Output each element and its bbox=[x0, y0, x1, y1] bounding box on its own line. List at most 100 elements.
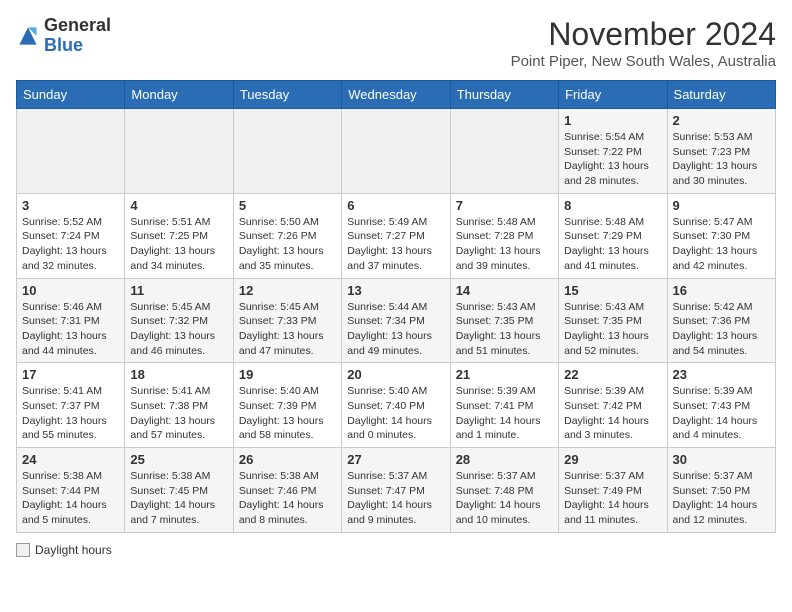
day-info: Sunrise: 5:40 AM Sunset: 7:39 PM Dayligh… bbox=[239, 384, 336, 443]
calendar-cell: 7 Sunrise: 5:48 AM Sunset: 7:28 PM Daylig… bbox=[450, 193, 558, 278]
day-info: Sunrise: 5:45 AM Sunset: 7:32 PM Dayligh… bbox=[130, 300, 227, 359]
footer: Daylight hours bbox=[16, 543, 776, 557]
week-row-3: 17 Sunrise: 5:41 AM Sunset: 7:37 PM Dayli… bbox=[17, 363, 776, 448]
calendar-cell: 12 Sunrise: 5:45 AM Sunset: 7:33 PM Dayli… bbox=[233, 278, 341, 363]
calendar-cell: 13 Sunrise: 5:44 AM Sunset: 7:34 PM Dayli… bbox=[342, 278, 450, 363]
day-number: 13 bbox=[347, 283, 444, 298]
calendar-cell: 1 Sunrise: 5:54 AM Sunset: 7:22 PM Daylig… bbox=[559, 109, 667, 194]
calendar-cell bbox=[342, 109, 450, 194]
calendar-cell bbox=[17, 109, 125, 194]
day-info: Sunrise: 5:38 AM Sunset: 7:44 PM Dayligh… bbox=[22, 469, 119, 528]
day-number: 11 bbox=[130, 283, 227, 298]
calendar-cell: 30 Sunrise: 5:37 AM Sunset: 7:50 PM Dayli… bbox=[667, 448, 775, 533]
week-row-2: 10Sunrise: 5:46 AM Sunset: 7:31 PM Dayli… bbox=[17, 278, 776, 363]
col-thursday: Thursday bbox=[450, 81, 558, 109]
day-info: Sunrise: 5:37 AM Sunset: 7:50 PM Dayligh… bbox=[673, 469, 770, 528]
day-number: 12 bbox=[239, 283, 336, 298]
day-info: Sunrise: 5:44 AM Sunset: 7:34 PM Dayligh… bbox=[347, 300, 444, 359]
day-number: 23 bbox=[673, 367, 770, 382]
day-number: 20 bbox=[347, 367, 444, 382]
calendar-cell: 8Sunrise: 5:48 AM Sunset: 7:29 PM Daylig… bbox=[559, 193, 667, 278]
day-number: 4 bbox=[130, 198, 227, 213]
logo-general: General bbox=[44, 15, 111, 35]
calendar-cell: 28Sunrise: 5:37 AM Sunset: 7:48 PM Dayli… bbox=[450, 448, 558, 533]
day-info: Sunrise: 5:39 AM Sunset: 7:43 PM Dayligh… bbox=[673, 384, 770, 443]
calendar-cell: 3Sunrise: 5:52 AM Sunset: 7:24 PM Daylig… bbox=[17, 193, 125, 278]
calendar-cell: 11 Sunrise: 5:45 AM Sunset: 7:32 PM Dayli… bbox=[125, 278, 233, 363]
day-info: Sunrise: 5:38 AM Sunset: 7:46 PM Dayligh… bbox=[239, 469, 336, 528]
day-number: 9 bbox=[673, 198, 770, 213]
calendar-cell: 2 Sunrise: 5:53 AM Sunset: 7:23 PM Daylig… bbox=[667, 109, 775, 194]
day-number: 6 bbox=[347, 198, 444, 213]
calendar-cell bbox=[450, 109, 558, 194]
calendar-cell: 14Sunrise: 5:43 AM Sunset: 7:35 PM Dayli… bbox=[450, 278, 558, 363]
calendar-header-row: Sunday Monday Tuesday Wednesday Thursday… bbox=[17, 81, 776, 109]
day-number: 1 bbox=[564, 113, 661, 128]
calendar-cell: 26 Sunrise: 5:38 AM Sunset: 7:46 PM Dayli… bbox=[233, 448, 341, 533]
day-number: 7 bbox=[456, 198, 553, 213]
day-number: 8 bbox=[564, 198, 661, 213]
day-info: Sunrise: 5:49 AM Sunset: 7:27 PM Dayligh… bbox=[347, 215, 444, 274]
title-block: November 2024 Point Piper, New South Wal… bbox=[511, 16, 776, 70]
day-number: 2 bbox=[673, 113, 770, 128]
day-info: Sunrise: 5:39 AM Sunset: 7:41 PM Dayligh… bbox=[456, 384, 553, 443]
calendar-cell: 27 Sunrise: 5:37 AM Sunset: 7:47 PM Dayli… bbox=[342, 448, 450, 533]
day-info: Sunrise: 5:52 AM Sunset: 7:24 PM Dayligh… bbox=[22, 215, 119, 274]
day-number: 15 bbox=[564, 283, 661, 298]
day-number: 27 bbox=[347, 452, 444, 467]
calendar-cell: 25 Sunrise: 5:38 AM Sunset: 7:45 PM Dayli… bbox=[125, 448, 233, 533]
day-info: Sunrise: 5:39 AM Sunset: 7:42 PM Dayligh… bbox=[564, 384, 661, 443]
calendar-cell: 5Sunrise: 5:50 AM Sunset: 7:26 PM Daylig… bbox=[233, 193, 341, 278]
col-sunday: Sunday bbox=[17, 81, 125, 109]
day-info: Sunrise: 5:37 AM Sunset: 7:49 PM Dayligh… bbox=[564, 469, 661, 528]
day-number: 19 bbox=[239, 367, 336, 382]
day-info: Sunrise: 5:41 AM Sunset: 7:37 PM Dayligh… bbox=[22, 384, 119, 443]
logo-blue: Blue bbox=[44, 35, 83, 55]
calendar-cell: 6 Sunrise: 5:49 AM Sunset: 7:27 PM Daylig… bbox=[342, 193, 450, 278]
calendar-table: Sunday Monday Tuesday Wednesday Thursday… bbox=[16, 80, 776, 533]
day-number: 17 bbox=[22, 367, 119, 382]
week-row-4: 24Sunrise: 5:38 AM Sunset: 7:44 PM Dayli… bbox=[17, 448, 776, 533]
calendar-cell bbox=[125, 109, 233, 194]
calendar-cell: 29 Sunrise: 5:37 AM Sunset: 7:49 PM Dayli… bbox=[559, 448, 667, 533]
day-number: 26 bbox=[239, 452, 336, 467]
month-title: November 2024 bbox=[511, 16, 776, 53]
day-info: Sunrise: 5:43 AM Sunset: 7:35 PM Dayligh… bbox=[456, 300, 553, 359]
location-subtitle: Point Piper, New South Wales, Australia bbox=[511, 53, 776, 70]
calendar-cell: 19 Sunrise: 5:40 AM Sunset: 7:39 PM Dayli… bbox=[233, 363, 341, 448]
day-info: Sunrise: 5:50 AM Sunset: 7:26 PM Dayligh… bbox=[239, 215, 336, 274]
day-info: Sunrise: 5:48 AM Sunset: 7:28 PM Dayligh… bbox=[456, 215, 553, 274]
day-number: 29 bbox=[564, 452, 661, 467]
day-number: 25 bbox=[130, 452, 227, 467]
day-info: Sunrise: 5:53 AM Sunset: 7:23 PM Dayligh… bbox=[673, 130, 770, 189]
logo-icon bbox=[16, 24, 40, 48]
calendar-cell: 18Sunrise: 5:41 AM Sunset: 7:38 PM Dayli… bbox=[125, 363, 233, 448]
day-info: Sunrise: 5:37 AM Sunset: 7:47 PM Dayligh… bbox=[347, 469, 444, 528]
calendar-cell: 22 Sunrise: 5:39 AM Sunset: 7:42 PM Dayli… bbox=[559, 363, 667, 448]
day-number: 21 bbox=[456, 367, 553, 382]
day-info: Sunrise: 5:40 AM Sunset: 7:40 PM Dayligh… bbox=[347, 384, 444, 443]
calendar-cell: 17 Sunrise: 5:41 AM Sunset: 7:37 PM Dayli… bbox=[17, 363, 125, 448]
day-number: 16 bbox=[673, 283, 770, 298]
week-row-1: 3Sunrise: 5:52 AM Sunset: 7:24 PM Daylig… bbox=[17, 193, 776, 278]
day-number: 30 bbox=[673, 452, 770, 467]
col-friday: Friday bbox=[559, 81, 667, 109]
logo: General Blue bbox=[16, 16, 111, 56]
day-info: Sunrise: 5:38 AM Sunset: 7:45 PM Dayligh… bbox=[130, 469, 227, 528]
page-header: General Blue November 2024 Point Piper, … bbox=[16, 16, 776, 70]
calendar-cell: 10Sunrise: 5:46 AM Sunset: 7:31 PM Dayli… bbox=[17, 278, 125, 363]
col-wednesday: Wednesday bbox=[342, 81, 450, 109]
day-info: Sunrise: 5:42 AM Sunset: 7:36 PM Dayligh… bbox=[673, 300, 770, 359]
calendar-cell: 9Sunrise: 5:47 AM Sunset: 7:30 PM Daylig… bbox=[667, 193, 775, 278]
day-info: Sunrise: 5:37 AM Sunset: 7:48 PM Dayligh… bbox=[456, 469, 553, 528]
day-info: Sunrise: 5:45 AM Sunset: 7:33 PM Dayligh… bbox=[239, 300, 336, 359]
day-number: 22 bbox=[564, 367, 661, 382]
col-tuesday: Tuesday bbox=[233, 81, 341, 109]
day-info: Sunrise: 5:41 AM Sunset: 7:38 PM Dayligh… bbox=[130, 384, 227, 443]
calendar-cell: 21 Sunrise: 5:39 AM Sunset: 7:41 PM Dayli… bbox=[450, 363, 558, 448]
day-number: 10 bbox=[22, 283, 119, 298]
legend-color-box bbox=[16, 543, 30, 557]
calendar-cell: 23 Sunrise: 5:39 AM Sunset: 7:43 PM Dayli… bbox=[667, 363, 775, 448]
day-info: Sunrise: 5:54 AM Sunset: 7:22 PM Dayligh… bbox=[564, 130, 661, 189]
calendar-cell: 4Sunrise: 5:51 AM Sunset: 7:25 PM Daylig… bbox=[125, 193, 233, 278]
